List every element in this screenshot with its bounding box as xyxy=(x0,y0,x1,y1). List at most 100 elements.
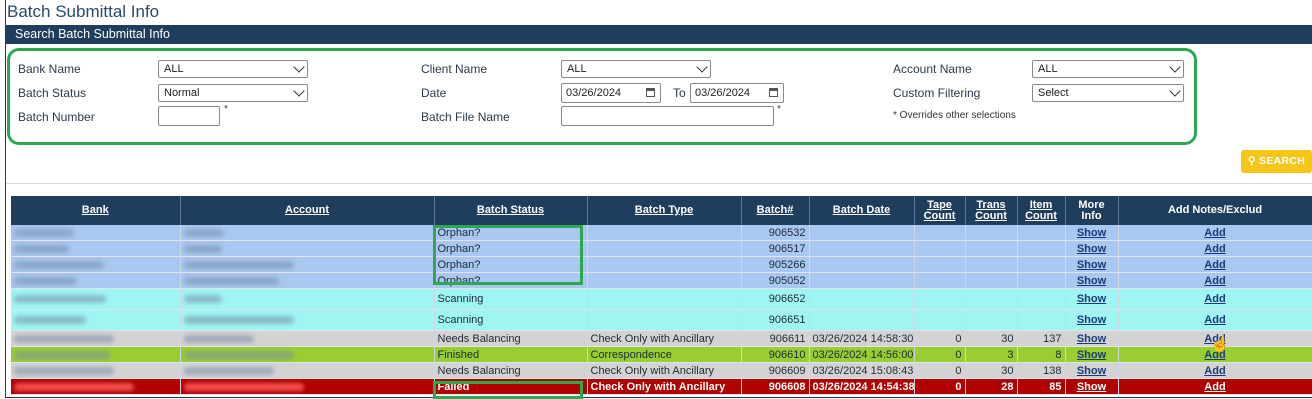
cell-add[interactable]: Add xyxy=(1118,378,1312,395)
add-link[interactable]: Add xyxy=(1204,275,1225,287)
cell-add[interactable]: Add xyxy=(1118,362,1312,379)
cell-add[interactable]: Add xyxy=(1118,256,1312,273)
date-to-input[interactable]: 03/26/2024 xyxy=(690,83,784,103)
column-header[interactable]: Batch Type xyxy=(587,196,742,225)
search-icon: ⚲ xyxy=(1247,155,1256,167)
calendar-icon[interactable] xyxy=(769,88,778,97)
cell-add[interactable]: Add xyxy=(1118,225,1312,241)
cell-more[interactable]: Show xyxy=(1065,330,1119,347)
chevron-down-icon xyxy=(1169,61,1181,73)
cell-more[interactable]: Show xyxy=(1065,362,1119,379)
cell-more[interactable]: Show xyxy=(1065,225,1119,241)
cell-text: 28 xyxy=(1001,380,1014,393)
column-header[interactable]: Batch# xyxy=(741,196,810,225)
cell-date: 03/26/2024 15:08:43 xyxy=(809,362,915,379)
cell-batch: 906610 xyxy=(741,346,810,363)
table-row[interactable]: Orphan? 906532 Show Add xyxy=(11,225,1312,241)
column-header[interactable]: Item Count xyxy=(1017,196,1066,225)
cell-text: 8 xyxy=(1055,348,1062,361)
required-mark: * xyxy=(777,104,781,115)
chevron-down-icon xyxy=(293,85,305,97)
column-header[interactable]: Batch Date xyxy=(809,196,915,225)
show-link[interactable]: Show xyxy=(1077,381,1106,393)
account-name-select[interactable]: ALL xyxy=(1032,60,1184,78)
batch-file-name-input[interactable] xyxy=(561,106,774,126)
add-link[interactable]: Add xyxy=(1204,365,1225,377)
column-header[interactable]: Bank xyxy=(11,196,181,225)
show-link[interactable]: Show xyxy=(1077,365,1106,377)
table-row[interactable]: Orphan? 905266 Show Add xyxy=(11,256,1312,273)
column-header[interactable]: Trans Count xyxy=(965,196,1018,225)
column-header[interactable]: Account xyxy=(180,196,435,225)
table-row[interactable]: Needs Balancing Check Only with Ancillary… xyxy=(11,330,1312,347)
cell-more[interactable]: Show xyxy=(1065,256,1119,273)
show-link[interactable]: Show xyxy=(1077,314,1106,326)
table-row[interactable]: Orphan? 905052 Show Add xyxy=(11,272,1312,289)
cell-bank xyxy=(11,240,181,257)
bank-name-label: Bank Name xyxy=(18,62,81,76)
cell-tape: 0 xyxy=(914,362,966,379)
show-link[interactable]: Show xyxy=(1077,349,1106,361)
redacted-text xyxy=(14,382,134,391)
table-row[interactable]: Failed Check Only with Ancillary 906608 03/… xyxy=(11,378,1312,395)
cell-bank xyxy=(11,272,181,289)
cell-type xyxy=(587,240,742,257)
cell-more[interactable]: Show xyxy=(1065,309,1119,331)
batch-status-value: Normal xyxy=(164,87,200,99)
cell-add[interactable]: Add xyxy=(1118,272,1312,289)
batch-status-select[interactable]: Normal xyxy=(158,84,308,102)
cell-text: 906651 xyxy=(768,314,806,326)
cell-status: Finished xyxy=(434,346,588,363)
cell-more[interactable]: Show xyxy=(1065,378,1119,395)
show-link[interactable]: Show xyxy=(1077,259,1106,271)
cell-account xyxy=(180,309,435,331)
show-link[interactable]: Show xyxy=(1077,293,1106,305)
cell-tape: 0 xyxy=(914,330,966,347)
add-link[interactable]: Add xyxy=(1204,259,1225,271)
cell-add[interactable]: Add xyxy=(1118,240,1312,257)
chevron-down-icon xyxy=(696,61,708,73)
cell-account xyxy=(180,330,435,347)
cell-more[interactable]: Show xyxy=(1065,240,1119,257)
date-from-input[interactable]: 03/26/2024 xyxy=(561,83,661,103)
add-link[interactable]: Add xyxy=(1204,381,1225,393)
show-link[interactable]: Show xyxy=(1077,333,1106,345)
cell-text: 906608 xyxy=(768,380,806,393)
table-row[interactable]: Needs Balancing Check Only with Ancillary… xyxy=(11,362,1312,379)
bank-name-select[interactable]: ALL xyxy=(158,60,308,78)
cell-item: 138 xyxy=(1017,362,1066,379)
add-link[interactable]: Add xyxy=(1204,227,1225,239)
search-button[interactable]: ⚲ SEARCH xyxy=(1241,150,1312,173)
cell-more[interactable]: Show xyxy=(1065,346,1119,363)
column-header[interactable]: Tape Count xyxy=(914,196,966,225)
table-row[interactable]: Finished Correspondence 906610 03/26/2024 1… xyxy=(11,346,1312,363)
add-link[interactable]: Add xyxy=(1204,314,1225,326)
cell-text: 03/26/2024 14:58:30 xyxy=(812,332,914,345)
cell-date: 03/26/2024 14:56:00 xyxy=(809,346,915,363)
table-row[interactable]: Scanning 906652 Show Add xyxy=(11,288,1312,310)
table-row[interactable]: Orphan? 906517 Show Add xyxy=(11,240,1312,257)
redacted-text xyxy=(14,244,69,253)
cell-text: 03/26/2024 14:54:38 xyxy=(812,380,914,393)
add-link[interactable]: Add xyxy=(1204,293,1225,305)
redacted-text xyxy=(14,350,110,359)
batch-number-input[interactable] xyxy=(158,106,220,126)
show-link[interactable]: Show xyxy=(1077,243,1106,255)
cell-more[interactable]: Show xyxy=(1065,272,1119,289)
account-name-label: Account Name xyxy=(893,62,972,76)
cell-bank xyxy=(11,346,181,363)
show-link[interactable]: Show xyxy=(1077,227,1106,239)
cell-more[interactable]: Show xyxy=(1065,288,1119,310)
custom-filtering-select[interactable]: Select xyxy=(1032,84,1184,102)
add-link[interactable]: Add xyxy=(1204,243,1225,255)
table-row[interactable]: Scanning 906651 Show Add xyxy=(11,309,1312,331)
client-name-select[interactable]: ALL xyxy=(561,60,711,78)
cell-add[interactable]: Add xyxy=(1118,309,1312,331)
show-link[interactable]: Show xyxy=(1077,275,1106,287)
cell-bank xyxy=(11,256,181,273)
calendar-icon[interactable] xyxy=(646,88,655,97)
cell-add[interactable]: Add xyxy=(1118,288,1312,310)
redacted-text xyxy=(183,334,254,343)
chevron-down-icon xyxy=(1169,85,1181,97)
column-header[interactable]: Batch Status xyxy=(434,196,588,225)
